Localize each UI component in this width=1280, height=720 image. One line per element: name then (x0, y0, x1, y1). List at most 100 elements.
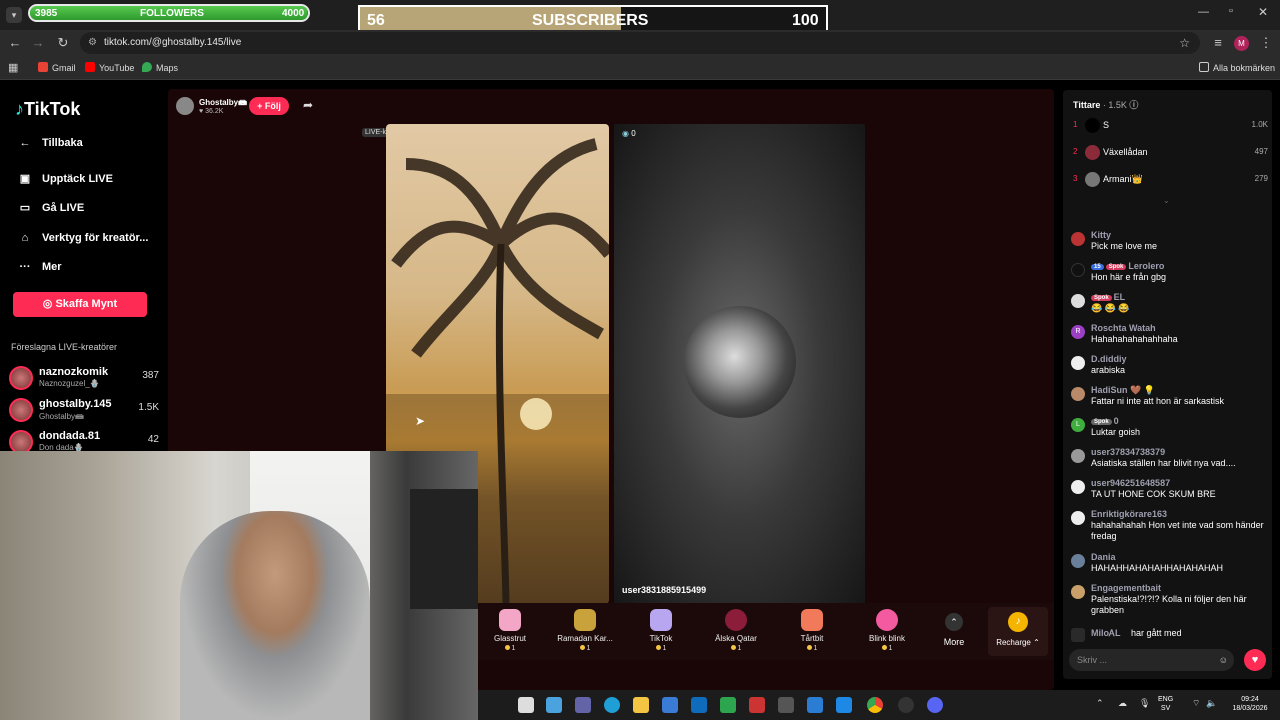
wifi-icon[interactable]: ⌔ (1192, 698, 1200, 709)
followers-label: FOLLOWERS (140, 8, 204, 19)
onedrive-icon[interactable]: ☁ (1118, 698, 1127, 709)
gift-item[interactable]: Älska Qatar 1 (700, 609, 772, 652)
avatar: R (1071, 325, 1085, 339)
m365-icon[interactable] (749, 697, 765, 713)
coin-icon: ♪ (1008, 612, 1028, 632)
creator-item[interactable]: naznozkomik Naznozguzel_🪬 387 (9, 364, 159, 392)
subscribers-label: SUBSCRIBERS (532, 12, 649, 29)
address-bar-row: ← → ↻ ⚙ tiktok.com/@ghostalby.145/live ☆… (0, 30, 1280, 56)
apps-grid-icon[interactable]: ▦ (8, 61, 18, 74)
volume-icon[interactable]: 🔈 (1206, 698, 1217, 709)
more-gifts-button[interactable]: ⌃ More (936, 613, 972, 647)
creator-sub: Naznozguzel_🪬 (39, 379, 100, 388)
follow-button[interactable]: + Följ (249, 97, 289, 115)
get-coins-button[interactable]: ◎ Skaffa Mynt (13, 292, 147, 317)
avatar (9, 366, 33, 390)
task-view-icon[interactable] (518, 697, 534, 713)
creator-viewers: 387 (142, 370, 159, 381)
gift-item[interactable]: Tårtbit 1 (776, 609, 848, 652)
copilot-icon[interactable] (546, 697, 562, 713)
avatar (1085, 118, 1100, 133)
obs-icon[interactable] (898, 697, 914, 713)
bookmark-gmail[interactable]: Gmail (38, 62, 76, 74)
ice-cream-icon (499, 609, 521, 631)
eye-icon: ◉ (622, 129, 632, 138)
avatar (1085, 172, 1100, 187)
restore-icon[interactable]: ▫ (1229, 5, 1233, 17)
reload-icon[interactable]: ↻ (55, 36, 71, 50)
file-explorer-icon[interactable] (633, 697, 649, 713)
gift-item[interactable]: TikTok 1 (625, 609, 697, 652)
gift-item[interactable]: Ramadan Kar... 1 (549, 609, 621, 652)
windows-taskbar: ⌃ ☁ 🎙 ENG SV ⌔ 🔈 09:24 18/03/2026 (478, 690, 1280, 720)
guest-viewer-count: ◉ 0 (622, 129, 636, 138)
clock[interactable]: 09:24 18/03/2026 (1224, 695, 1276, 713)
ranking-row[interactable]: 2 Växellådan 497 (1073, 145, 1268, 161)
creator-item[interactable]: ghostalby.145 Ghostalby📾 1.5K (9, 396, 159, 424)
tray-chevron-icon[interactable]: ⌃ (1096, 698, 1104, 709)
avatar (1071, 356, 1085, 370)
chat-panel: Tittare · 1.5K ⓘ 1 S 1.0K 2 Växellådan 497 3… (1063, 90, 1272, 679)
back-link[interactable]: ← Tillbaka (16, 135, 83, 151)
close-window-icon[interactable]: ✕ (1258, 5, 1268, 19)
store-icon[interactable] (662, 697, 678, 713)
url-input[interactable]: ⚙ tiktok.com/@ghostalby.145/live ☆ (80, 32, 1200, 54)
expand-ranking-icon[interactable]: ⌄ (1163, 196, 1170, 205)
like-heart-button[interactable]: ♥ (1244, 649, 1266, 671)
avatar (1071, 511, 1085, 525)
guest-name[interactable]: user3831885915499 (622, 585, 706, 595)
tiktok-gift-icon (650, 609, 672, 631)
viewers-header[interactable]: Tittare · 1.5K ⓘ (1073, 98, 1138, 111)
avatar (1071, 263, 1085, 277)
ramadan-icon (574, 609, 596, 631)
bookmark-maps[interactable]: Maps (142, 62, 178, 74)
avatar (1071, 294, 1085, 308)
avatar (1071, 480, 1085, 494)
bookmark-star-icon[interactable]: ☆ (1179, 32, 1190, 54)
heart-qatar-icon (725, 609, 747, 631)
teams-icon[interactable] (575, 697, 591, 713)
chrome-icon[interactable] (867, 697, 883, 713)
site-info-icon[interactable]: ⚙ (88, 32, 97, 54)
info-icon: ⓘ (1126, 100, 1139, 110)
browser-menu-icon[interactable]: ⋮ (1258, 36, 1274, 50)
discord-icon[interactable] (927, 697, 943, 713)
outlook-icon[interactable] (691, 697, 707, 713)
bookmark-youtube[interactable]: YouTube (85, 62, 134, 74)
ranking-row[interactable]: 1 S 1.0K (1073, 118, 1268, 134)
language-indicator[interactable]: ENG SV (1158, 695, 1173, 713)
share-icon[interactable]: ➦ (303, 98, 313, 112)
remote-desktop-icon[interactable] (836, 697, 852, 713)
youtube-icon (85, 62, 95, 72)
sidebar-item-more[interactable]: ··· Mer (16, 259, 62, 275)
camera-icon: ▭ (19, 202, 31, 214)
vscode-icon[interactable] (778, 697, 794, 713)
back-icon[interactable]: ← (7, 36, 23, 50)
profile-avatar[interactable]: M (1234, 36, 1249, 51)
all-bookmarks[interactable]: Alla bokmärken (1199, 62, 1275, 74)
house-icon: ⌂ (21, 232, 29, 244)
edge-icon[interactable] (604, 697, 620, 713)
sidebar-item-creator-tools[interactable]: ⌂ Verktyg för kreatör... (16, 230, 149, 246)
security-icon[interactable] (720, 697, 736, 713)
tiktok-logo[interactable]: ♪TikTok (15, 99, 80, 120)
reading-list-icon[interactable]: ≡ (1210, 36, 1226, 50)
forward-icon[interactable]: → (30, 36, 46, 50)
avatar (1085, 145, 1100, 160)
photos-icon[interactable] (807, 697, 823, 713)
host-avatar[interactable] (176, 97, 194, 115)
followers-goal: 4000 (282, 8, 305, 19)
gift-item[interactable]: Blink blink 1 (851, 609, 923, 652)
emoji-icon[interactable]: ☺ (1219, 649, 1228, 671)
sidebar-item-go-live[interactable]: ▭ Gå LIVE (16, 200, 84, 216)
gift-item[interactable]: Glasstrut 1 (474, 609, 546, 652)
mic-icon[interactable]: 🎙 (1139, 698, 1150, 709)
chat-input[interactable]: Skriv ... ☺ (1069, 649, 1234, 671)
folder-icon (1199, 62, 1209, 72)
sidebar-item-discover-live[interactable]: ▣ Upptäck LIVE (16, 171, 113, 187)
avatar (1071, 232, 1085, 246)
recharge-button[interactable]: ♪ Recharge ⌃ (988, 607, 1048, 656)
ranking-row[interactable]: 3 Armani👑 279 (1073, 172, 1268, 188)
minimize-icon[interactable]: — (1198, 6, 1209, 18)
tab-search-icon[interactable]: ▾ (6, 7, 22, 23)
